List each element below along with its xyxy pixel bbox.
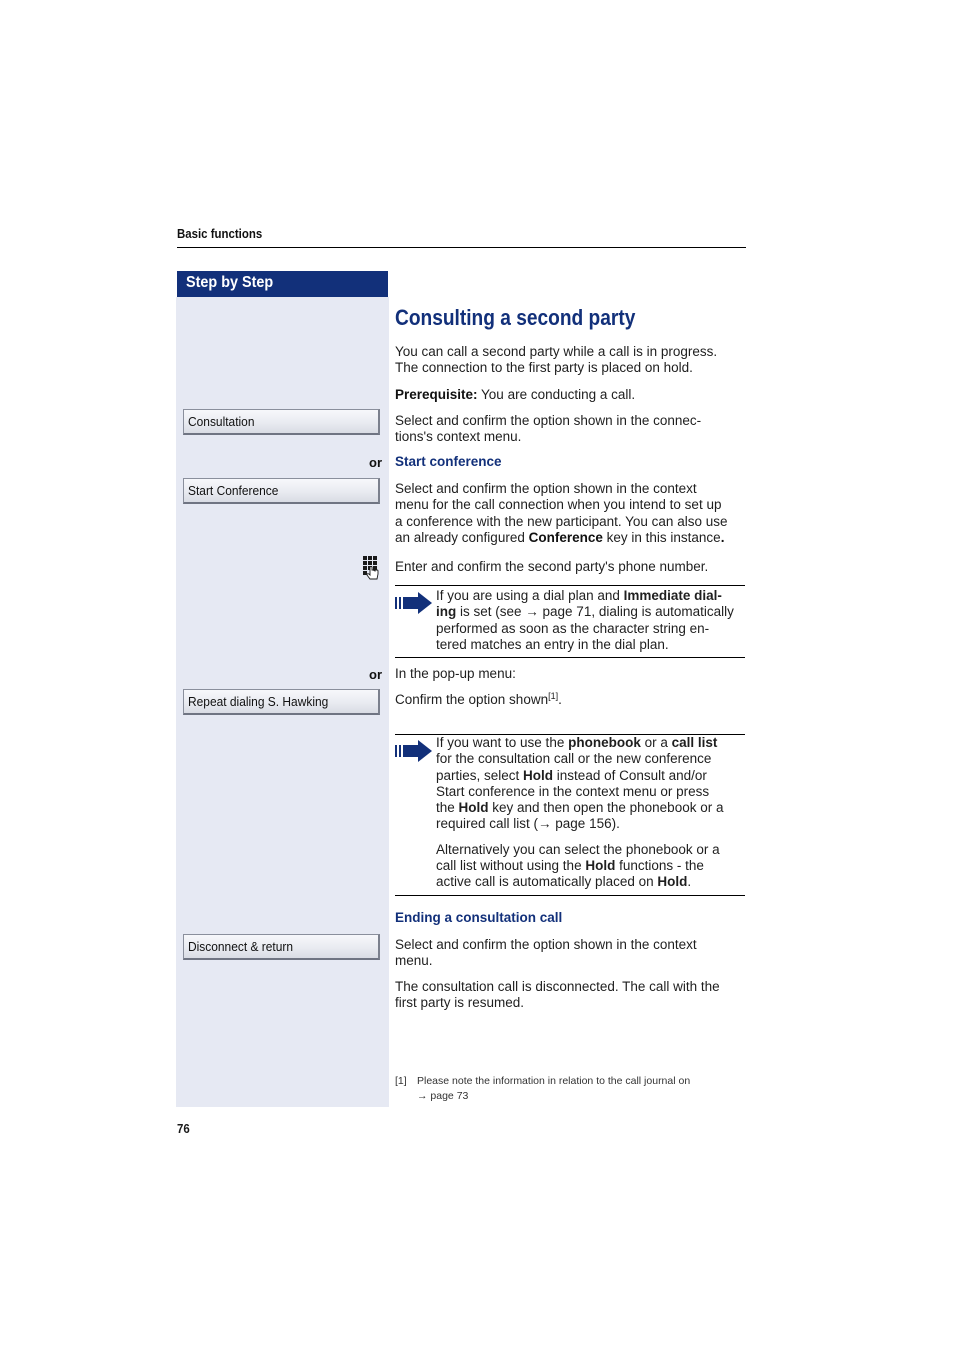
- page-73-link[interactable]: → page 73: [395, 1089, 745, 1104]
- consultation-softkey[interactable]: Consultation: [183, 409, 380, 435]
- text-fragment: Confirm the option shown: [395, 692, 549, 707]
- page-156-link[interactable]: required call list (→ page 156).: [436, 816, 748, 832]
- text-line: menu for the call connection when you in…: [395, 497, 722, 513]
- text-line: Select and confirm the option shown in t…: [395, 481, 697, 496]
- result-description: The consultation call is disconnected. T…: [395, 979, 747, 1012]
- section-header: Basic functions: [177, 226, 263, 241]
- text-line: Alternatively you can select the phonebo…: [436, 841, 720, 857]
- text-fragment: an already configured: [395, 529, 529, 545]
- or-label: or: [369, 455, 382, 470]
- text-line: If you are using a dial plan and Immedia…: [436, 588, 748, 604]
- text-line: tions's context menu.: [395, 429, 522, 445]
- footnote: [1] Please note the information in relati…: [395, 1074, 745, 1104]
- page-number: 76: [177, 1121, 190, 1136]
- text-line: Start conference in the context menu or …: [436, 783, 710, 799]
- hold-term: Hold: [523, 767, 554, 783]
- note-bottom-rule: [395, 895, 745, 896]
- sidebar-title: Step by Step: [177, 271, 388, 297]
- note-arrow-icon: [395, 740, 432, 762]
- text-line: tered matches an entry in the dial plan.: [436, 636, 669, 652]
- enter-number-instruction: Enter and confirm the second party's pho…: [395, 559, 709, 574]
- text-fragment: functions - the: [615, 858, 704, 874]
- footnote-reference[interactable]: [1]: [548, 691, 558, 701]
- text-line: call list without using the Hold functio…: [436, 858, 748, 874]
- call-list-term: call list: [671, 735, 718, 750]
- conference-key-term: Conference: [528, 529, 603, 545]
- softkey-label: Consultation: [188, 414, 255, 429]
- prerequisite-paragraph: Prerequisite: You are conducting a call.: [395, 387, 747, 403]
- softkey-label: Disconnect & return: [188, 939, 294, 954]
- text-line: the Hold key and then open the phonebook…: [436, 800, 748, 816]
- confirm-option-text: Confirm the option shown[1].: [395, 692, 747, 708]
- text-fragment: the: [436, 800, 459, 816]
- hold-term: Hold: [657, 874, 688, 890]
- immediate-dialing-term: Immediate dial-: [623, 588, 722, 603]
- start-conference-heading: Start conference: [395, 454, 502, 469]
- text-line: first party is resumed.: [395, 995, 525, 1011]
- text-line: for the consultation call or the new con…: [436, 751, 712, 767]
- phonebook-note: If you want to use the phonebook or a ca…: [436, 735, 748, 891]
- footnote-number: [1]: [395, 1075, 407, 1087]
- text-line: The connection to the first party is pla…: [395, 360, 693, 376]
- text-line: Select and confirm the option shown in t…: [395, 937, 697, 952]
- start-conference-softkey[interactable]: Start Conference: [183, 478, 380, 504]
- text-fragment: ing: [436, 604, 457, 620]
- disconnect-return-softkey[interactable]: Disconnect & return: [183, 934, 380, 960]
- hold-term: Hold: [458, 800, 489, 816]
- text-fragment: key and then open the phonebook or a: [488, 800, 724, 816]
- hold-term: Hold: [585, 858, 616, 874]
- text-line: an already configured Conference key in …: [395, 530, 747, 546]
- text-line: a conference with the new participant. Y…: [395, 513, 728, 529]
- consultation-description: Select and confirm the option shown in t…: [395, 413, 747, 446]
- text-fragment: .: [687, 874, 692, 890]
- intro-paragraph: You can call a second party while a call…: [395, 344, 747, 377]
- repeat-dialing-softkey[interactable]: Repeat dialing S. Hawking: [183, 689, 380, 715]
- page-title: Consulting a second party: [395, 305, 636, 330]
- text-fragment: or a: [640, 735, 672, 750]
- text-line: active call is automatically placed on H…: [436, 874, 748, 890]
- prerequisite-text: You are conducting a call.: [477, 387, 636, 402]
- text-line: performed as soon as the character strin…: [436, 620, 710, 636]
- popup-menu-text: In the pop-up menu:: [395, 666, 516, 681]
- page-71-link[interactable]: is set (see → page 71, dialing is automa…: [456, 604, 734, 619]
- text-fragment: .: [558, 692, 562, 707]
- text-fragment: active call is automatically placed on: [436, 874, 658, 890]
- text-fragment: parties, select: [436, 767, 524, 783]
- text-line: menu.: [395, 953, 433, 969]
- text-fragment: If you are using a dial plan and: [436, 588, 624, 603]
- footnote-line: [1] Please note the information in relati…: [395, 1074, 745, 1089]
- text-fragment: .: [720, 529, 725, 545]
- text-line: parties, select Hold instead of Consult …: [436, 768, 748, 784]
- header-rule: [177, 247, 746, 248]
- note-bottom-rule: [395, 657, 745, 658]
- text-fragment: If you want to use the: [436, 735, 569, 750]
- text-fragment: key in this instance: [602, 529, 721, 545]
- softkey-label: Start Conference: [188, 483, 279, 498]
- text-line: Select and confirm the option shown in t…: [395, 413, 702, 428]
- text-line: ing is set (see → page 71, dialing is au…: [436, 604, 748, 620]
- ending-description: Select and confirm the option shown in t…: [395, 937, 747, 970]
- keypad-finger-icon: [363, 556, 379, 580]
- footnote-text: Please note the information in relation …: [417, 1075, 691, 1087]
- text-fragment: call list without using the: [436, 858, 586, 874]
- note-top-rule: [395, 585, 745, 586]
- dial-plan-note: If you are using a dial plan and Immedia…: [436, 588, 748, 653]
- note-arrow-icon: [395, 592, 432, 614]
- prerequisite-label: Prerequisite:: [395, 387, 478, 402]
- softkey-label: Repeat dialing S. Hawking: [188, 694, 329, 709]
- text-line: If you want to use the phonebook or a ca…: [436, 735, 748, 751]
- or-label: or: [369, 667, 382, 682]
- text-line: The consultation call is disconnected. T…: [395, 979, 720, 994]
- sidebar-title-text: Step by Step: [186, 274, 274, 291]
- text-line: You can call a second party while a call…: [395, 344, 718, 359]
- text-fragment: instead of Consult and/or: [553, 767, 707, 783]
- ending-consultation-heading: Ending a consultation call: [395, 910, 563, 925]
- phonebook-term: phonebook: [568, 735, 641, 750]
- conference-description: Select and confirm the option shown in t…: [395, 481, 747, 546]
